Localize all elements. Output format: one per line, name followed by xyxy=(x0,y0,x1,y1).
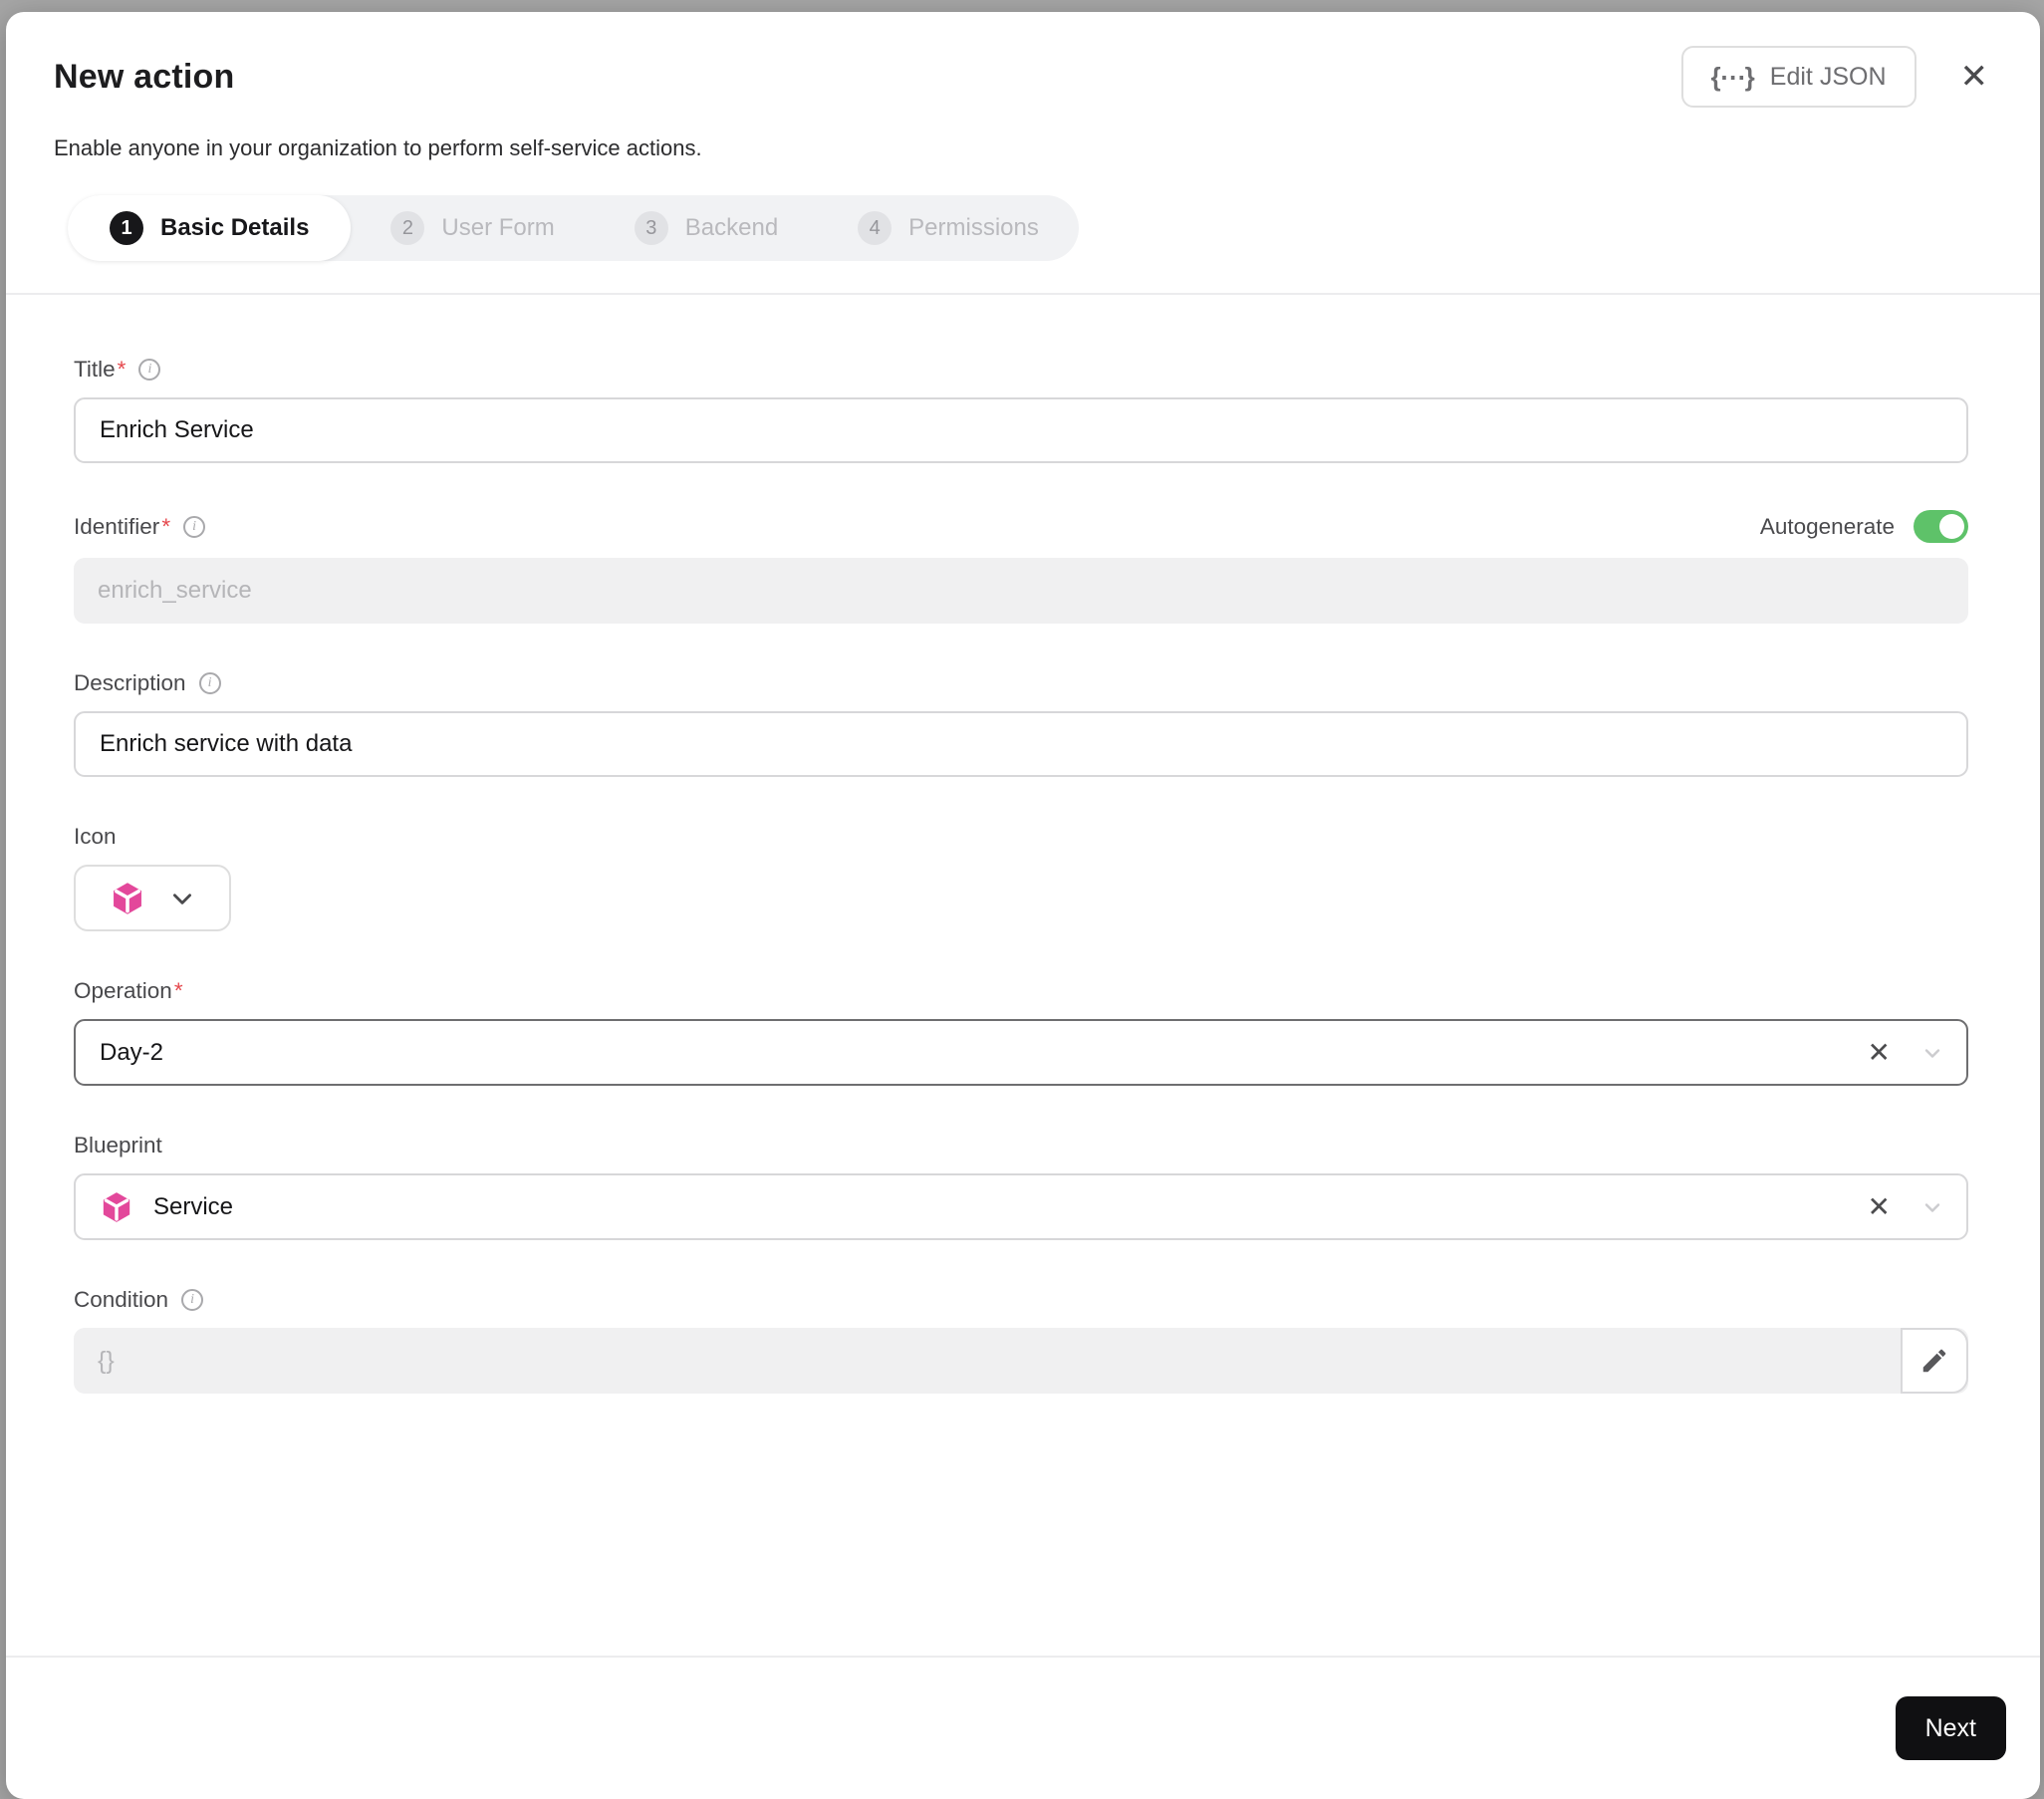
pink-cube-icon xyxy=(103,1191,130,1222)
clear-icon[interactable]: ✕ xyxy=(1868,1038,1891,1067)
pink-cube-icon xyxy=(114,882,141,914)
modal-footer: Next xyxy=(6,1658,2040,1799)
blueprint-label: Blueprint xyxy=(74,1133,162,1157)
new-action-modal: New action {⋯} Edit JSON ✕ Enable anyone… xyxy=(6,12,2040,1799)
step-backend[interactable]: 3 Backend xyxy=(595,195,818,261)
required-asterisk: * xyxy=(117,357,127,382)
title-field-group: Title * i xyxy=(74,357,1968,463)
description-input[interactable] xyxy=(74,711,1968,777)
blueprint-field-group: Blueprint Service ✕ xyxy=(74,1133,1968,1240)
step-basic-details[interactable]: 1 Basic Details xyxy=(68,195,352,261)
description-field-group: Description i xyxy=(74,670,1968,777)
code-braces-icon: {⋯} xyxy=(1710,61,1755,92)
step-permissions[interactable]: 4 Permissions xyxy=(818,195,1079,261)
screen: New action {⋯} Edit JSON ✕ Enable anyone… xyxy=(0,0,2044,1799)
step-number-badge: 2 xyxy=(390,211,425,245)
page-title: New action xyxy=(54,57,235,96)
modal-subtitle: Enable anyone in your organization to pe… xyxy=(54,135,702,160)
operation-label: Operation xyxy=(74,978,172,1003)
identifier-input xyxy=(74,558,1968,624)
form-body: Title * i Identifier * i Autogenerate xyxy=(6,295,2040,1656)
icon-field-group: Icon xyxy=(74,824,1968,931)
required-asterisk: * xyxy=(161,513,171,539)
chevron-down-icon[interactable] xyxy=(1920,1195,1944,1219)
operation-field-group: Operation * Day-2 ✕ xyxy=(74,978,1968,1086)
info-icon: i xyxy=(181,1289,204,1311)
title-input[interactable] xyxy=(74,397,1968,463)
edit-json-label: Edit JSON xyxy=(1769,62,1887,91)
next-button[interactable]: Next xyxy=(1895,1696,2006,1760)
step-user-form[interactable]: 2 User Form xyxy=(351,195,594,261)
title-label: Title xyxy=(74,357,116,382)
autogenerate-label: Autogenerate xyxy=(1759,513,1895,539)
step-label: User Form xyxy=(441,214,555,241)
toggle-knob xyxy=(1939,514,1964,539)
autogenerate-toggle[interactable] xyxy=(1914,510,1968,543)
identifier-label: Identifier xyxy=(74,513,160,539)
chevron-down-icon xyxy=(173,893,191,904)
blueprint-value: Service xyxy=(153,1192,234,1220)
info-icon: i xyxy=(138,359,161,381)
pencil-icon xyxy=(1922,1349,1946,1373)
operation-value: Day-2 xyxy=(100,1038,164,1066)
edit-condition-button[interactable] xyxy=(1901,1328,1968,1394)
info-icon: i xyxy=(198,672,221,694)
step-label: Backend xyxy=(684,214,779,241)
condition-input: {} xyxy=(74,1328,1968,1394)
step-number-badge: 3 xyxy=(634,211,668,245)
icon-label: Icon xyxy=(74,824,117,849)
close-icon[interactable]: ✕ xyxy=(1960,60,1989,94)
clear-icon[interactable]: ✕ xyxy=(1868,1192,1891,1221)
condition-field-group: Condition i {} xyxy=(74,1287,1968,1394)
condition-placeholder: {} xyxy=(98,1346,115,1375)
chevron-down-icon[interactable] xyxy=(1920,1041,1944,1065)
step-label: Basic Details xyxy=(160,214,310,241)
step-label: Permissions xyxy=(908,214,1039,241)
identifier-field-group: Identifier * i Autogenerate xyxy=(74,510,1968,624)
modal-header: New action {⋯} Edit JSON ✕ Enable anyone… xyxy=(6,12,2040,293)
icon-dropdown[interactable] xyxy=(74,865,231,931)
step-number-badge: 4 xyxy=(858,211,893,245)
operation-select[interactable]: Day-2 ✕ xyxy=(74,1019,1968,1086)
blueprint-select[interactable]: Service ✕ xyxy=(74,1173,1968,1240)
description-label: Description xyxy=(74,670,186,695)
condition-label: Condition xyxy=(74,1287,169,1312)
wizard-stepper: 1 Basic Details 2 User Form 3 Backend 4 … xyxy=(68,195,1079,261)
info-icon: i xyxy=(183,515,206,538)
step-number-badge: 1 xyxy=(110,211,143,245)
required-asterisk: * xyxy=(173,978,183,1003)
edit-json-button[interactable]: {⋯} Edit JSON xyxy=(1680,46,1916,108)
